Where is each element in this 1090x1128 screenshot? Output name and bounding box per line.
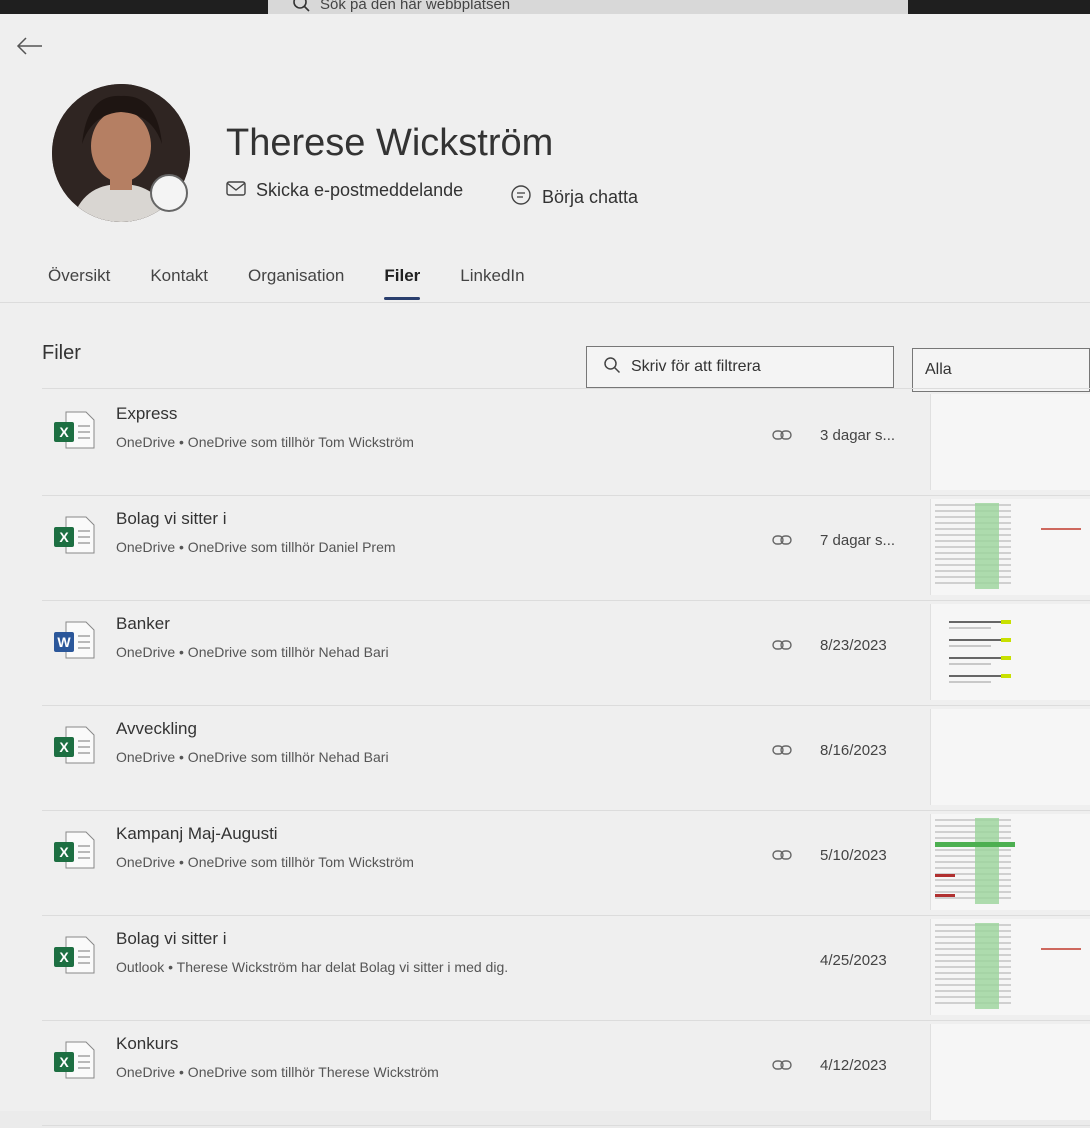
svg-text:X: X: [59, 424, 69, 440]
file-row[interactable]: X Kampanj Maj-Augusti OneDrive • OneDrive …: [0, 814, 1090, 918]
shared-link-icon[interactable]: [772, 1058, 792, 1076]
file-row[interactable]: X Avveckling OneDrive • OneDrive som tillh…: [0, 709, 1090, 813]
file-thumbnail[interactable]: [930, 709, 1090, 805]
word-file-icon: W: [50, 620, 96, 660]
svg-text:X: X: [59, 1054, 69, 1070]
file-row[interactable]: X Konkurs OneDrive • OneDrive som tillhör …: [0, 1024, 1090, 1128]
chat-icon: [510, 184, 532, 211]
list-divider: [42, 915, 1090, 916]
tabs-divider: [0, 302, 1090, 303]
excel-file-icon: X: [50, 725, 96, 765]
file-location: OneDrive • OneDrive som tillhör Tom Wick…: [116, 434, 414, 450]
file-location: Outlook • Therese Wickström har delat Bo…: [116, 959, 509, 975]
excel-file-icon: X: [50, 935, 96, 975]
list-divider: [42, 495, 1090, 496]
tab-linkedin[interactable]: LinkedIn: [460, 266, 524, 286]
file-modified-date: 8/16/2023: [820, 742, 887, 759]
list-divider: [42, 600, 1090, 601]
file-source-dropdown[interactable]: Alla: [912, 348, 1090, 392]
file-thumbnail[interactable]: [930, 604, 1090, 700]
profile-panel: Therese Wickström Skicka e-postmeddeland…: [0, 14, 1090, 1126]
file-row[interactable]: W Banker OneDrive • OneDrive som tillhör N…: [0, 604, 1090, 708]
file-row[interactable]: X Express OneDrive • OneDrive som tillhör …: [0, 394, 1090, 498]
svg-text:X: X: [59, 949, 69, 965]
start-chat-button[interactable]: Börja chatta: [510, 184, 638, 211]
tab-organisation[interactable]: Organisation: [248, 266, 344, 286]
excel-file-icon: X: [50, 830, 96, 870]
svg-text:W: W: [57, 634, 71, 650]
svg-text:X: X: [59, 739, 69, 755]
profile-name: Therese Wickström: [226, 122, 554, 164]
start-chat-label: Börja chatta: [542, 187, 639, 207]
file-modified-date: 7 dagar s...: [820, 532, 896, 549]
profile-tabs: Översikt Kontakt Organisation Filer Link…: [48, 266, 565, 300]
shared-link-icon[interactable]: [772, 533, 792, 551]
shared-link-icon[interactable]: [772, 638, 792, 656]
list-divider: [42, 388, 1090, 389]
file-thumbnail[interactable]: [930, 814, 1090, 910]
file-modified-date: 4/12/2023: [820, 1057, 887, 1074]
presence-status-indicator: [150, 174, 188, 212]
tab-oversikt[interactable]: Översikt: [48, 266, 110, 286]
files-section-title: Filer: [42, 342, 81, 364]
file-thumbnail[interactable]: [930, 499, 1090, 595]
site-search-placeholder: Sök på den här webbplatsen: [320, 0, 511, 13]
filter-input[interactable]: Skriv för att filtrera: [586, 346, 894, 388]
file-name[interactable]: Kampanj Maj-Augusti: [116, 824, 278, 844]
excel-file-icon: X: [50, 410, 96, 450]
list-divider: [42, 1125, 1090, 1126]
shared-link-icon[interactable]: [772, 848, 792, 866]
file-location: OneDrive • OneDrive som tillhör Tom Wick…: [116, 854, 414, 870]
shared-link-icon[interactable]: [772, 428, 792, 446]
site-topbar: Sök på den här webbplatsen: [0, 0, 1090, 14]
svg-text:X: X: [59, 844, 69, 860]
tab-filer[interactable]: Filer: [384, 266, 420, 300]
list-divider: [42, 810, 1090, 811]
excel-file-icon: X: [50, 515, 96, 555]
send-email-button[interactable]: Skicka e-postmeddelande: [226, 180, 463, 201]
file-location: OneDrive • OneDrive som tillhör Therese …: [116, 1064, 439, 1080]
excel-file-icon: X: [50, 1040, 96, 1080]
file-row[interactable]: X Bolag vi sitter i OneDrive • OneDrive so…: [0, 499, 1090, 603]
filter-placeholder: Skriv för att filtrera: [631, 358, 761, 375]
file-thumbnail[interactable]: [930, 1024, 1090, 1120]
file-modified-date: 3 dagar s...: [820, 427, 896, 444]
svg-text:X: X: [59, 529, 69, 545]
file-location: OneDrive • OneDrive som tillhör Nehad Ba…: [116, 749, 389, 765]
mail-icon: [226, 180, 246, 201]
tab-kontakt[interactable]: Kontakt: [150, 266, 208, 286]
file-row[interactable]: X Bolag vi sitter i Outlook • Therese Wick…: [0, 919, 1090, 1023]
list-divider: [42, 705, 1090, 706]
file-name[interactable]: Bolag vi sitter i: [116, 929, 227, 949]
dropdown-value: Alla: [925, 361, 952, 378]
file-name[interactable]: Avveckling: [116, 719, 197, 739]
list-divider: [42, 1020, 1090, 1021]
file-name[interactable]: Banker: [116, 614, 170, 634]
file-location: OneDrive • OneDrive som tillhör Nehad Ba…: [116, 644, 389, 660]
search-icon: [603, 356, 621, 379]
shared-link-icon[interactable]: [772, 743, 792, 761]
send-email-label: Skicka e-postmeddelande: [256, 180, 464, 200]
file-modified-date: 4/25/2023: [820, 952, 887, 969]
file-name[interactable]: Bolag vi sitter i: [116, 509, 227, 529]
file-name[interactable]: Konkurs: [116, 1034, 178, 1054]
file-name[interactable]: Express: [116, 404, 177, 424]
back-arrow-icon[interactable]: [16, 36, 44, 61]
file-thumbnail[interactable]: [930, 394, 1090, 490]
file-modified-date: 5/10/2023: [820, 847, 887, 864]
file-thumbnail[interactable]: [930, 919, 1090, 1015]
file-modified-date: 8/23/2023: [820, 637, 887, 654]
file-location: OneDrive • OneDrive som tillhör Daniel P…: [116, 539, 396, 555]
